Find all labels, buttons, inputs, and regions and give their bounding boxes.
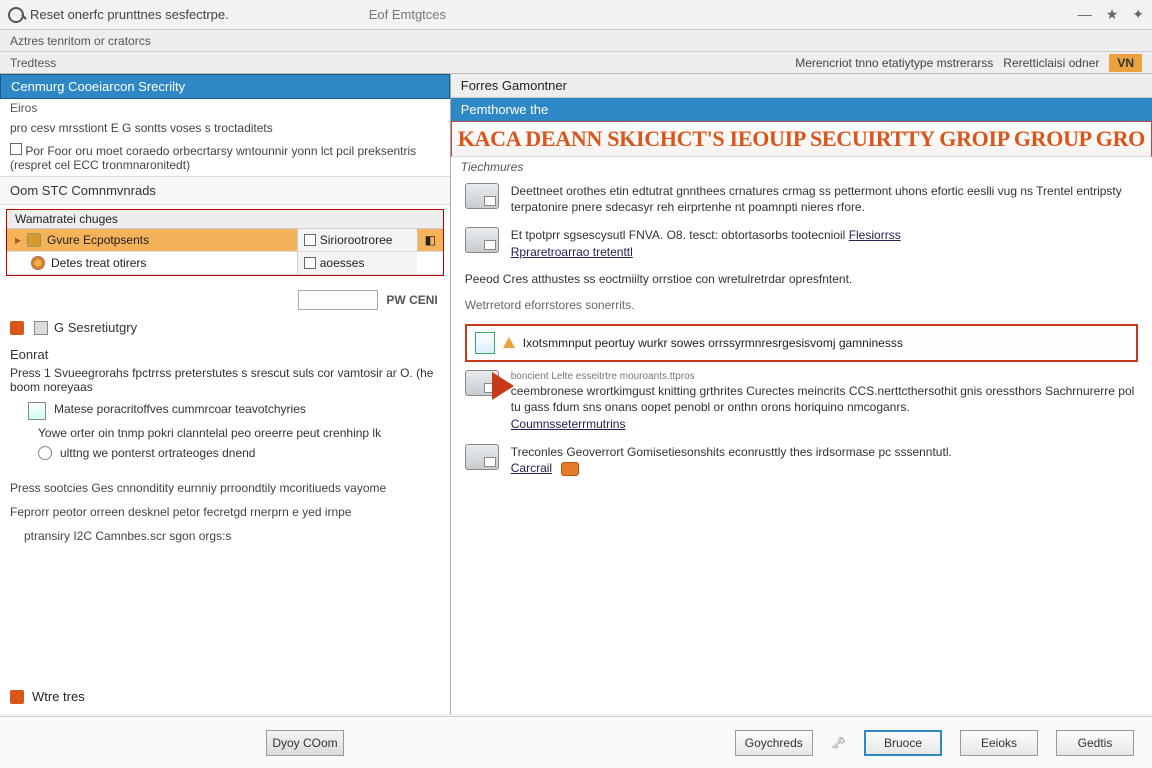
security-group-banner: KACA DEANN SKICHCT'S IEOUIP SECUIRTTY GR… [451, 121, 1152, 157]
history-label: G Sesretiutgry [54, 320, 137, 335]
page-icon [475, 332, 495, 354]
left-checkbox-row: Por Foor oru moet coraedo orbecrtarsy wn… [0, 139, 450, 176]
crumb-tag[interactable]: VN [1109, 54, 1142, 72]
window-title: Reset onerfc prunttnes sesfectrpe. [30, 7, 229, 22]
footer-p3: ptransiry I2C Camnbes.scr sgon orgs:s [14, 524, 450, 548]
breadcrumb-bar: Tredtess Merencriot tnno etatiytype mstr… [0, 52, 1152, 74]
device3-icon [465, 444, 499, 470]
left-eios: Eiros [0, 99, 450, 117]
left-pane: Cenmurg Cooeiarcon Srecrilty Eiros pro c… [0, 74, 451, 714]
grid-header: Wamatratei chuges [7, 210, 443, 229]
grid-row-1[interactable]: ▸Gvure Ecpotpsents Siriorootroree ◧ [7, 229, 443, 252]
titlebar: Reset onerfc prunttnes sesfectrpe. Eof E… [0, 0, 1152, 30]
warning-icon [503, 337, 515, 348]
feature-1: Deettneet orothes etin edtutrat gnnthees… [451, 177, 1152, 221]
grid-row1-right: Siriorootroree [320, 233, 393, 247]
window-controls: — ★ ✦ [1078, 6, 1144, 23]
people-icon [31, 256, 45, 270]
crumb-left[interactable]: Tredtess [10, 56, 56, 70]
grid-row2-name: Detes treat otirers [51, 256, 146, 270]
folder2-icon [465, 227, 499, 253]
doc2-icon [304, 257, 316, 269]
pw-label: PW CENI [386, 293, 437, 307]
wire-row[interactable]: Wtre tres [0, 679, 450, 714]
feature2-text: Et tpotprr sgsescysutl FNVA. O8. tesct: … [511, 227, 901, 259]
feature3-link[interactable]: Coumnsseterrmutrins [511, 417, 626, 431]
button-1[interactable]: Goychreds [735, 730, 813, 756]
crumb-right[interactable]: Reretticlaisi odner [1003, 56, 1099, 70]
edit-line1: Matese poracritoffves cummrcoar teavotch… [54, 402, 306, 416]
checkbox-icon[interactable] [10, 143, 22, 155]
edit-block: Eonrat Press 1 Svueegrorahs fpctrrss pre… [0, 341, 450, 476]
button-primary[interactable]: Bruoce [864, 730, 942, 756]
doc-icon [304, 234, 316, 246]
security-history-row[interactable]: G Sesretiutgry [0, 314, 450, 341]
pw-row: PW CENI [0, 286, 450, 314]
right-blue-head[interactable]: Pemthorwe the [451, 98, 1152, 121]
orange-marker-icon [10, 321, 24, 335]
edit-line3: ulttng we ponterst ortrateoges dnend [60, 446, 255, 460]
folder-icon [27, 233, 41, 247]
callout-arrow-icon [492, 372, 514, 400]
toolbar-crumb[interactable]: Aztres tenritom or cratorcs [10, 34, 151, 48]
left-desc1: pro cesv mrsstiont E G sontts voses s tr… [0, 117, 450, 139]
feature1-text: Deettneet orothes etin edtutrat gnnthees… [511, 183, 1138, 215]
left-header[interactable]: Cenmurg Cooeiarcon Srecrilty [0, 74, 450, 99]
note-icon [28, 402, 46, 420]
feature3-text: boncient Lelte esseitrtre mouroants.ttpr… [511, 370, 1138, 432]
callout-text: Ixotsmmnput peortuy wurkr sowes orrssyrm… [523, 336, 903, 350]
window-subtitle: Eof Emtgtces [369, 7, 446, 22]
command-grid: Wamatratei chuges ▸Gvure Ecpotpsents Sir… [6, 209, 444, 276]
radio-icon[interactable] [38, 446, 52, 460]
right-sub: Tiechmures [451, 157, 1152, 177]
feature-2: Et tpotprr sgsescysutl FNVA. O8. tesct: … [451, 221, 1152, 265]
grid-row2-right: aoesses [320, 256, 365, 270]
left-chk-text: Por Foor oru moet coraedo orbecrtarsy wn… [10, 144, 416, 172]
right-pane: Forres Gamontner Pemthorwe the KACA DEAN… [451, 74, 1152, 714]
wire-icon [10, 690, 24, 704]
feature-3: boncient Lelte esseitrtre mouroants.ttpr… [451, 368, 1152, 438]
right-section-head: Forres Gamontner [451, 74, 1152, 98]
feature4-link[interactable]: Carcrail [511, 461, 552, 475]
key-icon: 🗝 [831, 736, 846, 750]
pw-input[interactable] [298, 290, 378, 310]
grid-row1-name: Gvure Ecpotpsents [47, 233, 149, 247]
feature4-text: Treconles Geoverrort Gomisetiesonshits e… [511, 444, 952, 476]
right-para1: Peeod Cres atthustes ss eoctmiilty orrst… [451, 266, 1152, 292]
right-para2: Wetrretord eforrstores sonerrits. [451, 292, 1152, 318]
footer-p1: Press sootcies Ges cnnonditity eurnniy p… [0, 476, 450, 500]
star-icon[interactable]: ★ [1106, 6, 1119, 23]
grid-row-2[interactable]: Detes treat otirers aoesses [7, 252, 443, 275]
edit-para: Press 1 Svueegrorahs fpctrrss preterstut… [10, 366, 440, 394]
button-bar: Dyoy COom Goychreds 🗝 Bruoce Eeioks Gedt… [0, 716, 1152, 768]
toolbar: Aztres tenritom or cratorcs [0, 30, 1152, 52]
callout-box[interactable]: Ixotsmmnput peortuy wurkr sowes orrssyrm… [465, 324, 1138, 362]
commands-header: Oom STC Comnmvnrads [0, 176, 450, 205]
edit-head: Eonrat [10, 347, 440, 362]
feature2-link2[interactable]: Rpraretroarrao tretenttl [511, 245, 633, 259]
orange-chip-icon [561, 462, 579, 476]
app-icon [8, 7, 24, 23]
left-action-button[interactable]: Dyoy COom [266, 730, 344, 756]
feature-4: Treconles Geoverrort Gomisetiesonshits e… [451, 438, 1152, 482]
crumb-center[interactable]: Merencriot tnno etatiytype mstrerarss [795, 56, 993, 70]
wire-label: Wtre tres [32, 689, 85, 704]
button-4[interactable]: Gedtis [1056, 730, 1134, 756]
button-3[interactable]: Eeioks [960, 730, 1038, 756]
minimize-icon[interactable]: — [1078, 6, 1092, 23]
edit-line2: Yowe orter oin tnmp pokri clanntelal peo… [38, 426, 381, 440]
device-icon [465, 183, 499, 209]
star2-icon[interactable]: ✦ [1132, 6, 1144, 23]
feature2-link[interactable]: Flesiorrss [849, 228, 901, 242]
footer-p2: Feprorr peotor orreen desknel petor fecr… [0, 500, 450, 524]
history-icon [34, 321, 48, 335]
